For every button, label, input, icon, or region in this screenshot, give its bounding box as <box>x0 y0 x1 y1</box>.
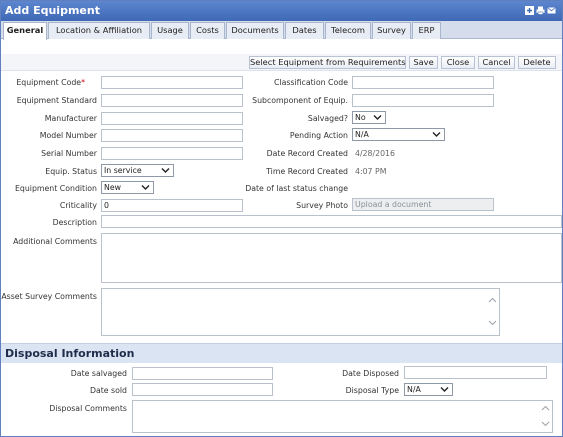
scroll-down-icon[interactable] <box>541 421 550 427</box>
disposal-information-title: Disposal Information <box>5 347 135 360</box>
serial-number-label: Serial Number <box>41 149 97 158</box>
model-number-label: Model Number <box>39 131 97 140</box>
window-title: Add Equipment <box>5 4 100 17</box>
classification-code-label: Classification Code <box>273 78 348 87</box>
save-button[interactable]: Save <box>409 56 438 69</box>
survey-photo-label: Survey Photo <box>296 201 348 210</box>
equipment-standard-field[interactable] <box>101 94 243 107</box>
disposal-type-select[interactable]: N/A <box>404 383 453 396</box>
tab-dates[interactable]: Dates <box>285 22 324 39</box>
equip-status-select[interactable]: In service <box>101 164 174 177</box>
asset-survey-comments-label: Asset Survey Comments <box>1 292 97 301</box>
close-button[interactable]: Close <box>441 56 475 69</box>
date-disposed-label: Date Disposed <box>342 369 399 378</box>
date-disposed-field[interactable] <box>404 366 547 379</box>
disposal-comments-label: Disposal Comments <box>49 404 127 413</box>
date-sold-label: Date sold <box>89 386 127 395</box>
criticality-label: Criticality <box>59 201 97 210</box>
description-label: Description <box>52 218 97 227</box>
tab-erp[interactable]: ERP <box>412 22 441 39</box>
title-bar-icons <box>525 6 556 15</box>
serial-number-field[interactable] <box>101 147 243 160</box>
equip-status-label: Equip. Status <box>45 167 97 176</box>
equipment-condition-value: New <box>104 183 122 192</box>
time-record-created-value: 4:07 PM <box>355 167 387 176</box>
equipment-code-label: Equipment Code* <box>16 78 85 87</box>
criticality-field[interactable]: 0 <box>101 199 243 212</box>
classification-code-field[interactable] <box>352 76 494 89</box>
chevron-down-icon <box>161 168 170 173</box>
equipment-code-field[interactable] <box>101 76 243 89</box>
additional-comments-label: Additional Comments <box>13 237 97 246</box>
time-record-created-label: Time Record Created <box>266 167 348 176</box>
scroll-up-icon[interactable] <box>488 297 497 303</box>
salvaged-label: Salvaged? <box>307 114 348 123</box>
asset-survey-comments-field[interactable] <box>101 288 500 336</box>
tab-documents[interactable]: Documents <box>226 22 284 39</box>
model-number-field[interactable] <box>101 129 243 142</box>
tab-survey[interactable]: Survey <box>372 22 411 39</box>
scroll-down-icon[interactable] <box>488 320 497 326</box>
survey-photo-upload[interactable]: Upload a document <box>352 198 494 211</box>
equipment-condition-select[interactable]: New <box>101 181 154 194</box>
manufacturer-field[interactable] <box>101 112 243 125</box>
pending-action-value: N/A <box>355 130 369 139</box>
date-sold-field[interactable] <box>132 383 273 396</box>
add-equipment-window: Add Equipment General Location & Affilia… <box>0 0 563 437</box>
equipment-standard-label: Equipment Standard <box>16 96 97 105</box>
chevron-down-icon <box>141 185 150 190</box>
salvaged-select[interactable]: No <box>352 111 386 124</box>
pending-action-select[interactable]: N/A <box>352 128 445 141</box>
select-equipment-from-requirements-button[interactable]: Select Equipment from Requirements <box>249 56 406 69</box>
chevron-down-icon <box>373 115 382 120</box>
tab-bar: General Location & Affiliation Usage Cos… <box>1 21 562 40</box>
disposal-information-header: Disposal Information <box>1 343 562 363</box>
email-icon[interactable] <box>547 6 556 15</box>
add-icon[interactable] <box>525 6 534 15</box>
tab-usage[interactable]: Usage <box>151 22 189 39</box>
disposal-comments-field[interactable] <box>132 400 553 433</box>
date-salvaged-label: Date salvaged <box>70 369 127 378</box>
salvaged-value: No <box>355 113 366 122</box>
title-bar: Add Equipment <box>1 1 562 21</box>
tab-costs[interactable]: Costs <box>190 22 225 39</box>
date-record-created-value: 4/28/2016 <box>355 149 395 158</box>
disposal-type-label: Disposal Type <box>345 386 399 395</box>
equipment-condition-label: Equipment Condition <box>14 184 97 193</box>
tab-general[interactable]: General <box>3 22 47 40</box>
tab-telecom[interactable]: Telecom <box>325 22 371 39</box>
subcomponent-label: Subcomponent of Equip. <box>252 96 348 105</box>
chevron-down-icon <box>432 132 441 137</box>
pending-action-label: Pending Action <box>289 131 348 140</box>
subcomponent-field[interactable] <box>352 94 494 107</box>
date-salvaged-field[interactable] <box>132 367 273 380</box>
delete-button[interactable]: Delete <box>518 56 556 69</box>
description-field[interactable] <box>101 215 562 228</box>
equip-status-value: In service <box>104 166 142 175</box>
additional-comments-field[interactable] <box>101 233 562 283</box>
scroll-up-icon[interactable] <box>541 405 550 411</box>
manufacturer-label: Manufacturer <box>44 114 97 123</box>
tab-location-affiliation[interactable]: Location & Affiliation <box>48 22 150 39</box>
disposal-type-value: N/A <box>407 385 421 394</box>
date-record-created-label: Date Record Created <box>266 149 348 158</box>
cancel-button[interactable]: Cancel <box>478 56 515 69</box>
print-icon[interactable] <box>536 6 545 15</box>
chevron-down-icon <box>440 387 449 392</box>
date-last-status-change-label: Date of last status change <box>245 184 348 193</box>
